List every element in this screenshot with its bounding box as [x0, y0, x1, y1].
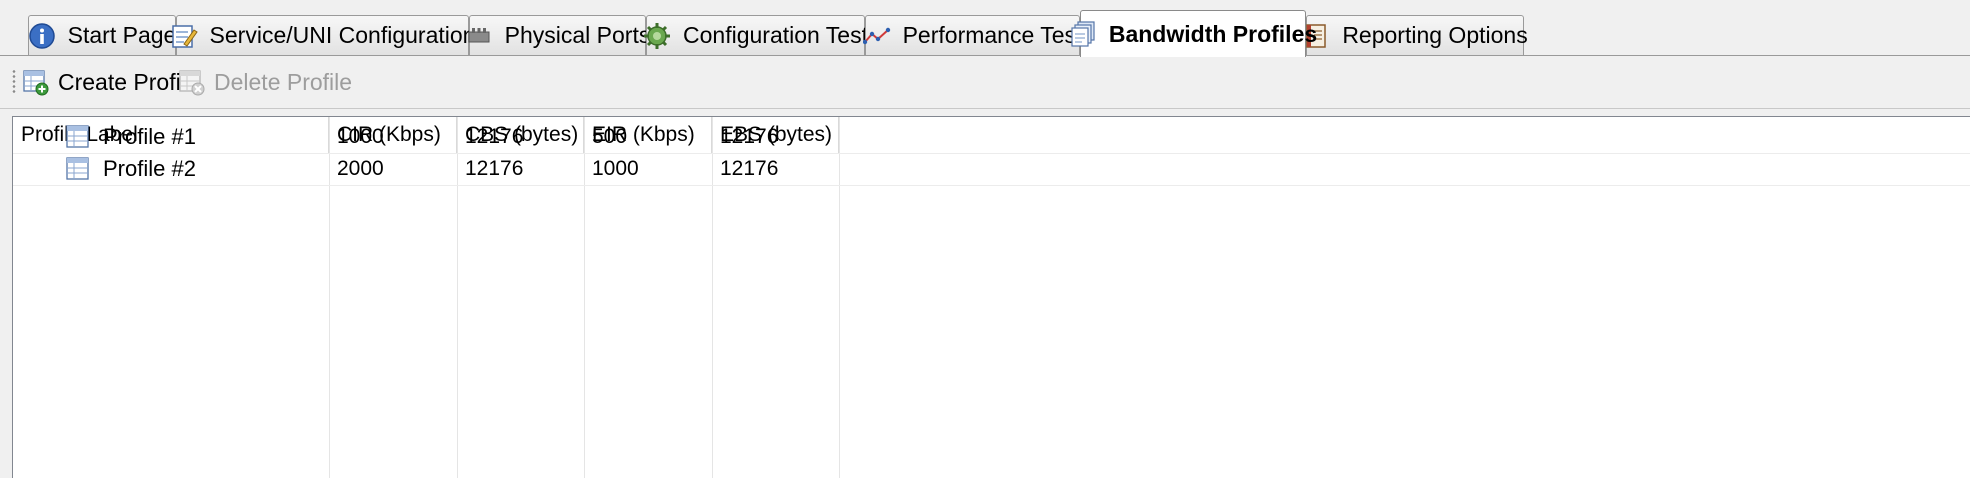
- cbs-cell[interactable]: 12176: [457, 121, 584, 153]
- toolbar-grip[interactable]: [12, 69, 16, 95]
- toolbar: Create Profile Delete Profile: [0, 56, 1970, 109]
- delete-profile-button[interactable]: Delete Profile: [178, 64, 352, 100]
- stacked-pages-icon: [1071, 21, 1095, 47]
- tab-label: Bandwidth Profiles: [1108, 20, 1318, 47]
- tab-label: Configuration Test: [683, 22, 868, 48]
- tab-label: Start Page: [67, 22, 177, 48]
- tab-label: Service/UNI Configuration: [209, 22, 476, 48]
- tab-label: Reporting Options: [1342, 22, 1528, 48]
- profiles-table: Profile Label CIR (Kbps) CBS (bytes) EIR…: [12, 116, 1970, 478]
- tab-start-page[interactable]: Start Page: [28, 15, 176, 55]
- create-profile-button[interactable]: Create Profile: [22, 64, 199, 100]
- network-port-icon: [468, 27, 490, 42]
- cir-cell[interactable]: 2000: [329, 153, 457, 185]
- gear-bug-icon: [644, 22, 671, 49]
- eir-cell[interactable]: 1000: [584, 153, 712, 185]
- table-row[interactable]: Profile #2 2000 12176 1000 12176: [13, 153, 1970, 186]
- tab-strip: Start Page Service/UNI Configuration Phy…: [0, 0, 1970, 57]
- tab-physical-ports[interactable]: Physical Ports: [468, 15, 650, 55]
- tab-reporting-options[interactable]: Reporting Options: [1306, 15, 1528, 55]
- tab-configuration-test[interactable]: Configuration Test: [644, 15, 868, 55]
- tab-bandwidth-profiles[interactable]: Bandwidth Profiles: [1071, 10, 1317, 57]
- cir-cell[interactable]: 1000: [329, 121, 457, 153]
- profile-label-text: Profile #2: [103, 156, 196, 181]
- profile-table-icon: [66, 157, 89, 180]
- profile-label-cell[interactable]: Profile #1: [13, 121, 329, 153]
- info-icon: [28, 22, 55, 49]
- tab-performance-test[interactable]: Performance Test: [862, 15, 1083, 55]
- profile-table-icon: [66, 125, 89, 148]
- tab-label: Performance Test: [902, 22, 1083, 48]
- profile-label-text: Profile #1: [103, 124, 196, 149]
- ebs-cell[interactable]: 12176: [712, 153, 839, 185]
- cbs-cell[interactable]: 12176: [457, 153, 584, 185]
- table-row[interactable]: Profile #1 1000 12176 500 12176: [13, 121, 1970, 154]
- ebs-cell[interactable]: 12176: [712, 121, 839, 153]
- line-graph-icon: [862, 27, 890, 44]
- delete-table-icon: [179, 70, 205, 96]
- profile-label-cell[interactable]: Profile #2: [13, 153, 329, 185]
- tab-label: Physical Ports: [504, 22, 651, 48]
- edit-form-icon: [171, 24, 198, 48]
- eir-cell[interactable]: 500: [584, 121, 712, 153]
- add-table-icon: [23, 70, 49, 96]
- delete-profile-label: Delete Profile: [214, 68, 353, 95]
- tab-service-uni-configuration[interactable]: Service/UNI Configuration: [171, 15, 475, 55]
